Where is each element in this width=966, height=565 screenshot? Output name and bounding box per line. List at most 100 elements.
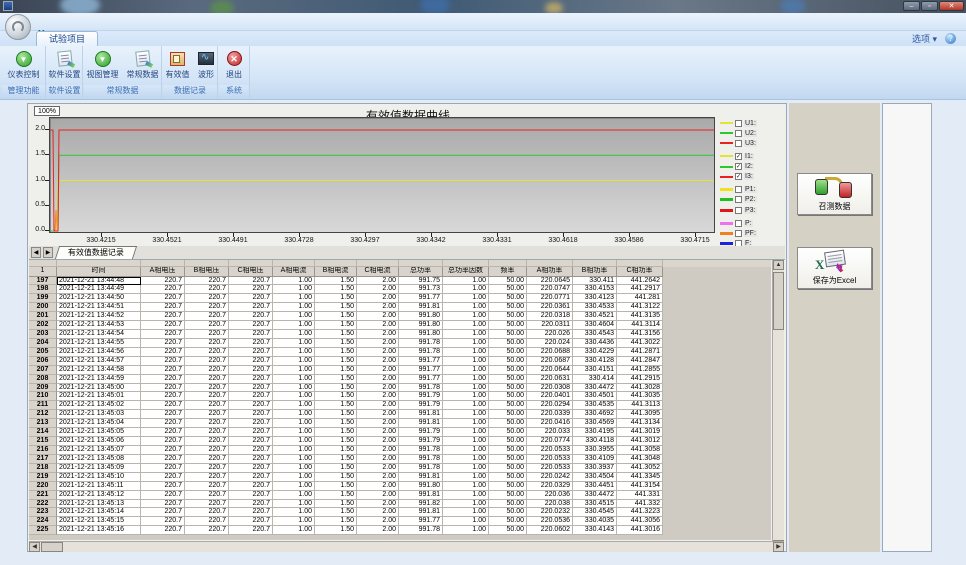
data-cell[interactable]: 1.50 [315,437,357,446]
data-cell[interactable]: 1.00 [273,428,315,437]
data-cell[interactable]: 441.281 [617,294,663,303]
data-cell[interactable]: 1.00 [273,401,315,410]
data-cell[interactable]: 991.80 [399,330,443,339]
row-number-cell[interactable]: 222 [29,500,57,509]
data-cell[interactable]: 220.7 [141,384,185,393]
data-cell[interactable]: 220.7 [229,508,273,517]
data-cell[interactable]: 220.7 [185,491,229,500]
data-cell[interactable]: 1.50 [315,482,357,491]
row-number-cell[interactable]: 220 [29,482,57,491]
data-cell[interactable]: 220.0747 [527,285,573,294]
data-cell[interactable]: 2021-12-21 13:45:04 [57,419,141,428]
data-cell[interactable]: 220.7 [185,357,229,366]
data-cell[interactable]: 330.4535 [573,401,617,410]
data-cell[interactable]: 220.0318 [527,312,573,321]
data-cell[interactable]: 220.0602 [527,526,573,535]
data-cell[interactable]: 2021-12-21 13:45:10 [57,473,141,482]
data-cell[interactable]: 1.00 [443,473,489,482]
data-cell[interactable]: 220.7 [141,312,185,321]
data-cell[interactable]: 330.4118 [573,437,617,446]
data-cell[interactable]: 220.7 [229,303,273,312]
data-cell[interactable]: 220.0687 [527,357,573,366]
data-cell[interactable]: 2021-12-21 13:45:14 [57,508,141,517]
data-cell[interactable]: 220.7 [229,375,273,384]
data-cell[interactable]: 991.78 [399,348,443,357]
data-cell[interactable]: 1.00 [443,419,489,428]
ribbon-button-退出[interactable]: ✕退出 [224,48,245,82]
data-cell[interactable]: 50.00 [489,410,527,419]
data-cell[interactable]: 220.7 [229,366,273,375]
column-header-7[interactable]: C相电流 [357,267,399,277]
data-cell[interactable]: 1.00 [273,491,315,500]
data-cell[interactable]: 2021-12-21 13:44:58 [57,366,141,375]
sheet-tab-rms-records[interactable]: 有效值数据记录 [55,246,137,259]
data-cell[interactable]: 1.00 [443,285,489,294]
data-cell[interactable]: 1.50 [315,401,357,410]
data-cell[interactable]: 2.00 [357,312,399,321]
data-cell[interactable]: 1.00 [443,321,489,330]
data-cell[interactable]: 1.00 [273,446,315,455]
data-cell[interactable]: 1.50 [315,464,357,473]
data-cell[interactable]: 1.50 [315,410,357,419]
data-cell[interactable]: 220.7 [141,366,185,375]
data-cell[interactable]: 220.0533 [527,455,573,464]
data-cell[interactable]: 2021-12-21 13:44:54 [57,330,141,339]
data-cell[interactable]: 220.0361 [527,303,573,312]
data-cell[interactable]: 1.00 [443,277,489,286]
data-cell[interactable]: 50.00 [489,285,527,294]
data-cell[interactable]: 220.7 [141,410,185,419]
data-cell[interactable]: 220.0771 [527,294,573,303]
legend-checkbox[interactable]: ✓ [735,153,742,160]
column-header-13[interactable]: C相功率 [617,267,663,277]
grid-horizontal-scrollbar[interactable]: ◀ ▶ [29,541,784,552]
data-cell[interactable]: 220.7 [229,455,273,464]
data-cell[interactable]: 1.00 [273,366,315,375]
data-cell[interactable]: 220.7 [141,508,185,517]
data-cell[interactable]: 220.7 [185,508,229,517]
data-cell[interactable]: 441.2642 [617,277,663,286]
data-cell[interactable]: 50.00 [489,375,527,384]
data-cell[interactable]: 50.00 [489,500,527,509]
data-cell[interactable]: 220.7 [141,357,185,366]
data-cell[interactable]: 220.7 [185,464,229,473]
data-cell[interactable]: 220.7 [229,348,273,357]
data-cell[interactable]: 330.4436 [573,339,617,348]
data-cell[interactable]: 2.00 [357,517,399,526]
ribbon-button-视图管理[interactable]: 视图管理 [85,48,121,82]
data-cell[interactable]: 220.7 [141,392,185,401]
data-cell[interactable]: 991.80 [399,482,443,491]
data-cell[interactable]: 1.50 [315,517,357,526]
column-header-9[interactable]: 总功率因数 [443,267,489,277]
data-cell[interactable]: 2.00 [357,357,399,366]
row-number-cell[interactable]: 206 [29,357,57,366]
data-cell[interactable]: 2.00 [357,348,399,357]
data-cell[interactable]: 50.00 [489,321,527,330]
legend-checkbox[interactable] [735,230,742,237]
data-cell[interactable]: 2.00 [357,410,399,419]
data-cell[interactable]: 1.50 [315,366,357,375]
data-cell[interactable]: 220.7 [185,392,229,401]
row-number-cell[interactable]: 223 [29,508,57,517]
legend-checkbox[interactable] [735,120,742,127]
legend-checkbox[interactable]: ✓ [735,163,742,170]
data-cell[interactable]: 50.00 [489,348,527,357]
data-cell[interactable]: 330.4035 [573,517,617,526]
column-header-2[interactable]: A相电压 [141,267,185,277]
data-cell[interactable]: 1.00 [273,339,315,348]
data-cell[interactable]: 50.00 [489,428,527,437]
data-cell[interactable]: 2021-12-21 13:45:05 [57,428,141,437]
data-cell[interactable]: 991.77 [399,366,443,375]
data-cell[interactable]: 50.00 [489,392,527,401]
data-cell[interactable]: 220.7 [185,330,229,339]
data-cell[interactable]: 220.0339 [527,410,573,419]
data-cell[interactable]: 991.77 [399,357,443,366]
data-cell[interactable]: 330.4521 [573,312,617,321]
data-cell[interactable]: 991.81 [399,473,443,482]
row-number-cell[interactable]: 200 [29,303,57,312]
data-cell[interactable]: 1.00 [273,392,315,401]
data-cell[interactable]: 220.7 [229,446,273,455]
data-cell[interactable]: 220.7 [185,375,229,384]
data-cell[interactable]: 2.00 [357,526,399,535]
data-cell[interactable]: 330.4151 [573,366,617,375]
data-cell[interactable]: 220.0644 [527,366,573,375]
